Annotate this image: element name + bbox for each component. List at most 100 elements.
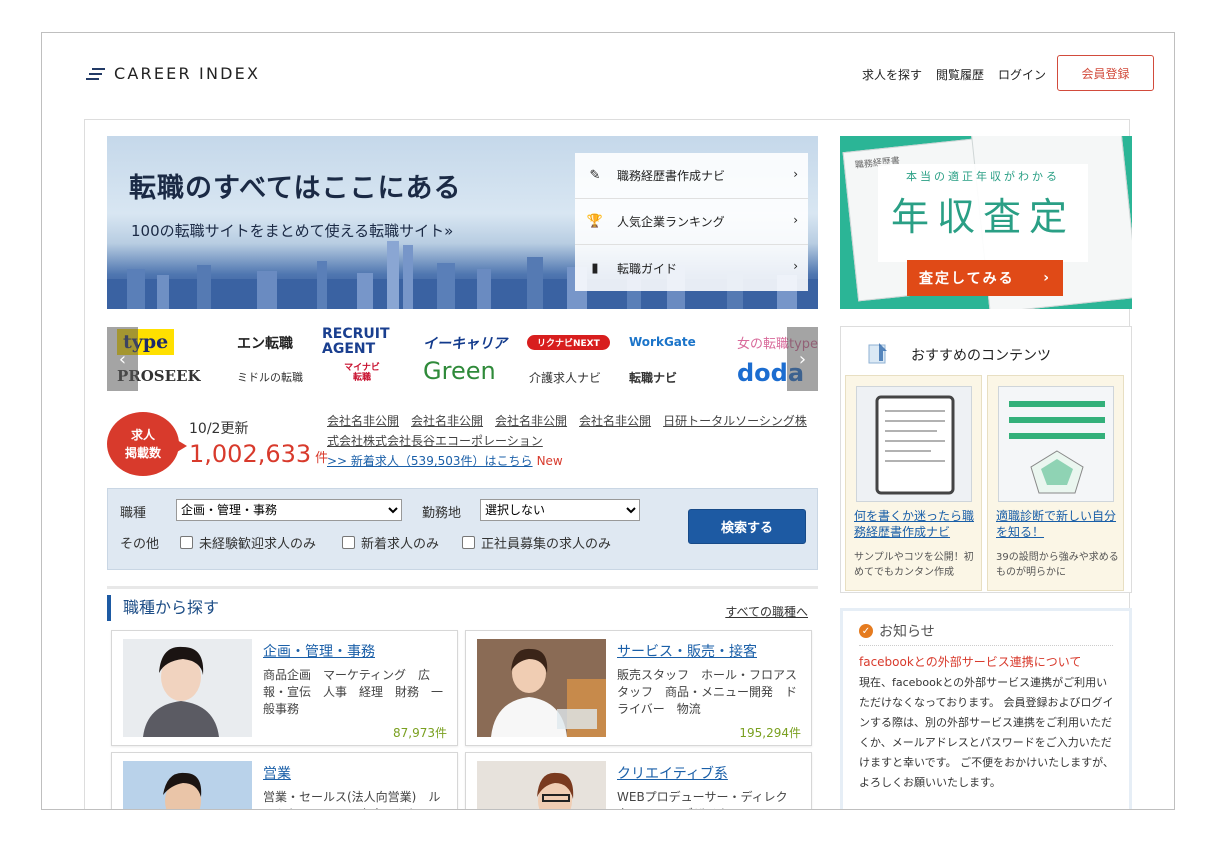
checkbox-full-time[interactable]: 正社員募集の求人のみ [462,533,611,552]
category-desc: 営業・セールス(法人向営業) ルートセールス・アカウントセールス [263,790,443,809]
company-link[interactable]: 会社名非公開 [495,414,567,428]
nav-login[interactable]: ログイン [998,66,1046,83]
notice-title: ✓ お知らせ [859,621,935,641]
salary-assessment-banner[interactable]: 職務経歴書 本当の適正年収がわかる 年収査定 査定してみる › [840,136,1132,309]
notice-body: 現在、facebookとの外部サービス連携がご利用いただけなくなっております。 … [859,676,1114,789]
hero-menu-label: 人気企業ランキング [617,215,725,229]
chevron-right-icon: › [793,213,798,227]
badge-line-1: 求人 [130,428,155,442]
new-badge: New [536,454,563,468]
salary-button-label: 査定してみる [919,271,1015,287]
main-container: 転職のすべてはここにある 100の転職サイトをまとめて使える転職サイト» ✎ 職… [84,119,1132,809]
category-section-title: 職種から探す [107,595,219,621]
header-nav: 求人を探す 閲覧履歴 ログイン [862,66,1046,83]
job-count-date: 10/2更新 [189,421,249,437]
hero-menu-label: 転職ガイド [617,261,678,276]
company-link[interactable]: 会社名非公開 [579,414,651,428]
chevron-right-icon: › [1043,270,1051,286]
book-icon: ▮ [591,260,599,276]
category-card[interactable]: 企画・管理・事務 商品企画 マーケティング 広報・宣伝 人事 経理 財務 一般事… [111,630,458,746]
new-jobs-link[interactable]: >> 新着求人（539,503件）はこちら [327,454,533,468]
hero-title: 転職のすべてはここにある [129,173,462,204]
creative-photo [477,761,606,809]
logo-ecareer[interactable]: イーキャリア [423,333,507,353]
recommended-contents: おすすめのコンテンツ 何を書くか迷ったら職務経歴書作成ナビ サンプルやコツを公開… [840,326,1132,593]
category-title-link[interactable]: クリエイティブ系 [617,763,728,783]
checkbox-box[interactable] [180,536,193,549]
logo-mynavi[interactable]: マイナビ転職 [342,363,382,383]
site-logo[interactable]: CAREER INDEX [86,64,260,83]
checkbox-box[interactable] [462,536,475,549]
logo-rikunabi-next[interactable]: リクナビNEXT [527,335,610,350]
checkbox-label: 未経験歓迎求人のみ [199,537,317,552]
logo-mark-icon [86,67,106,81]
category-card[interactable]: サービス・販売・接客 販売スタッフ ホール・フロアスタッフ 商品・メニュー開発 … [465,630,812,746]
hero-menu-label: 職務経歴書作成ナビ [617,169,726,183]
salary-title-box: 本当の適正年収がわかる 年収査定 [878,164,1088,262]
pencil-icon: ✎ [589,168,601,183]
logo-en-tenshoku[interactable]: エン転職 [237,333,293,353]
checkbox-new-jobs[interactable]: 新着求人のみ [342,533,439,552]
category-card[interactable]: クリエイティブ系 WEBプロデューサー・ディレクター WEBデザイナー [465,752,812,809]
salary-small-text: 本当の適正年収がわかる [906,170,1060,183]
logo-kaigo-navi[interactable]: 介護求人ナビ [529,369,601,386]
new-jobs-list: 会社名非公開 会社名非公開 会社名非公開 会社名非公開 日研トータルソーシング株式会社株… [327,411,817,471]
logo-workgate[interactable]: WorkGate [629,335,696,349]
hero-menu-resume-navi[interactable]: ✎ 職務経歴書作成ナビ › [575,153,808,199]
area-select[interactable]: 選択しない [480,499,640,521]
logo-middle-tenshoku[interactable]: ミドルの転職 [237,369,303,385]
nav-history[interactable]: 閲覧履歴 [936,66,984,83]
document-tablet-image [856,386,972,502]
all-categories-link[interactable]: すべての職種へ [725,603,808,620]
recommend-icon [868,343,887,364]
checkbox-label: 新着求人のみ [361,537,440,552]
notice-headline-link[interactable]: facebookとの外部サービス連携について [859,653,1081,670]
recommend-desc: サンプルやコツを公開！初めてでもカンタン作成 [854,552,974,578]
job-count-badge: 求人 掲載数 [107,412,187,476]
register-button[interactable]: 会員登録 [1057,55,1154,91]
woman-photo [123,639,252,737]
carousel-prev-button[interactable]: ‹ [107,327,138,391]
logo-tenshoku-navi[interactable]: 転職ナビ [629,369,677,386]
carousel-next-button[interactable]: › [787,327,818,391]
logo-text: CAREER INDEX [114,64,261,83]
waitress-photo [477,639,606,737]
company-link[interactable]: 会社名非公開 [411,414,483,428]
logo-recruit-agent[interactable]: RECRUIT AGENT [322,327,402,357]
salary-assess-button[interactable]: 査定してみる › [907,260,1063,296]
category-title-link[interactable]: 営業 [263,763,291,783]
company-link[interactable]: 会社名非公開 [327,414,399,428]
hero-menu: ✎ 職務経歴書作成ナビ › 🏆 人気企業ランキング › ▮ 転職ガイド › [575,153,808,291]
salesman-photo [123,761,252,809]
category-title-link[interactable]: 企画・管理・事務 [263,641,375,661]
hero-menu-company-ranking[interactable]: 🏆 人気企業ランキング › [575,199,808,245]
notice-divider [859,645,1113,646]
recommend-link[interactable]: 何を書くか迷ったら職務経歴書作成ナビ [854,508,976,540]
hero-subtitle-link[interactable]: 100の転職サイトをまとめて使える転職サイト» [131,220,453,241]
category-card[interactable]: 営業 営業・セールス(法人向営業) ルートセールス・アカウントセールス [111,752,458,809]
job-search-form: 職種 企画・管理・事務 勤務地 選択しない その他 未経験歓迎求人のみ 新着求人… [107,488,818,570]
search-button[interactable]: 検索する [688,509,806,544]
other-label: その他 [120,537,160,552]
checkbox-box[interactable] [342,536,355,549]
recommend-card[interactable]: 何を書くか迷ったら職務経歴書作成ナビ サンプルやコツを公開！初めてでもカンタン作… [845,375,982,591]
hero-menu-career-guide[interactable]: ▮ 転職ガイド › [575,245,808,291]
nav-search-jobs[interactable]: 求人を探す [862,66,922,83]
category-title-link[interactable]: サービス・販売・接客 [617,641,757,661]
job-type-select[interactable]: 企画・管理・事務 [176,499,402,521]
trophy-icon: 🏆 [586,214,604,229]
hero-banner: 転職のすべてはここにある 100の転職サイトをまとめて使える転職サイト» ✎ 職… [107,136,818,309]
browser-frame: CAREER INDEX 求人を探す 閲覧履歴 ログイン 会員登録 転職のすべて… [41,32,1175,810]
checkbox-label: 正社員募集の求人のみ [481,537,612,552]
category-desc: WEBプロデューサー・ディレクター WEBデザイナー [617,790,788,809]
notice-panel: ✓ お知らせ facebookとの外部サービス連携について 現在、faceboo… [840,608,1132,809]
company-link[interactable]: 株式会社長谷エコーポレーション [363,434,543,448]
logo-green[interactable]: Green [423,357,496,385]
job-count-number: 1,002,633 件 [189,440,328,468]
chevron-right-icon: › [793,167,798,181]
category-section-header: 職種から探す すべての職種へ [107,586,818,621]
area-label: 勤務地 [422,506,462,521]
checkbox-inexperienced[interactable]: 未経験歓迎求人のみ [180,533,316,552]
recommend-link[interactable]: 適職診断で新しい自分を知る！ [996,508,1118,540]
recommend-card[interactable]: 適職診断で新しい自分を知る！ 39の設問から強みや求めるものが明らかに [987,375,1124,591]
